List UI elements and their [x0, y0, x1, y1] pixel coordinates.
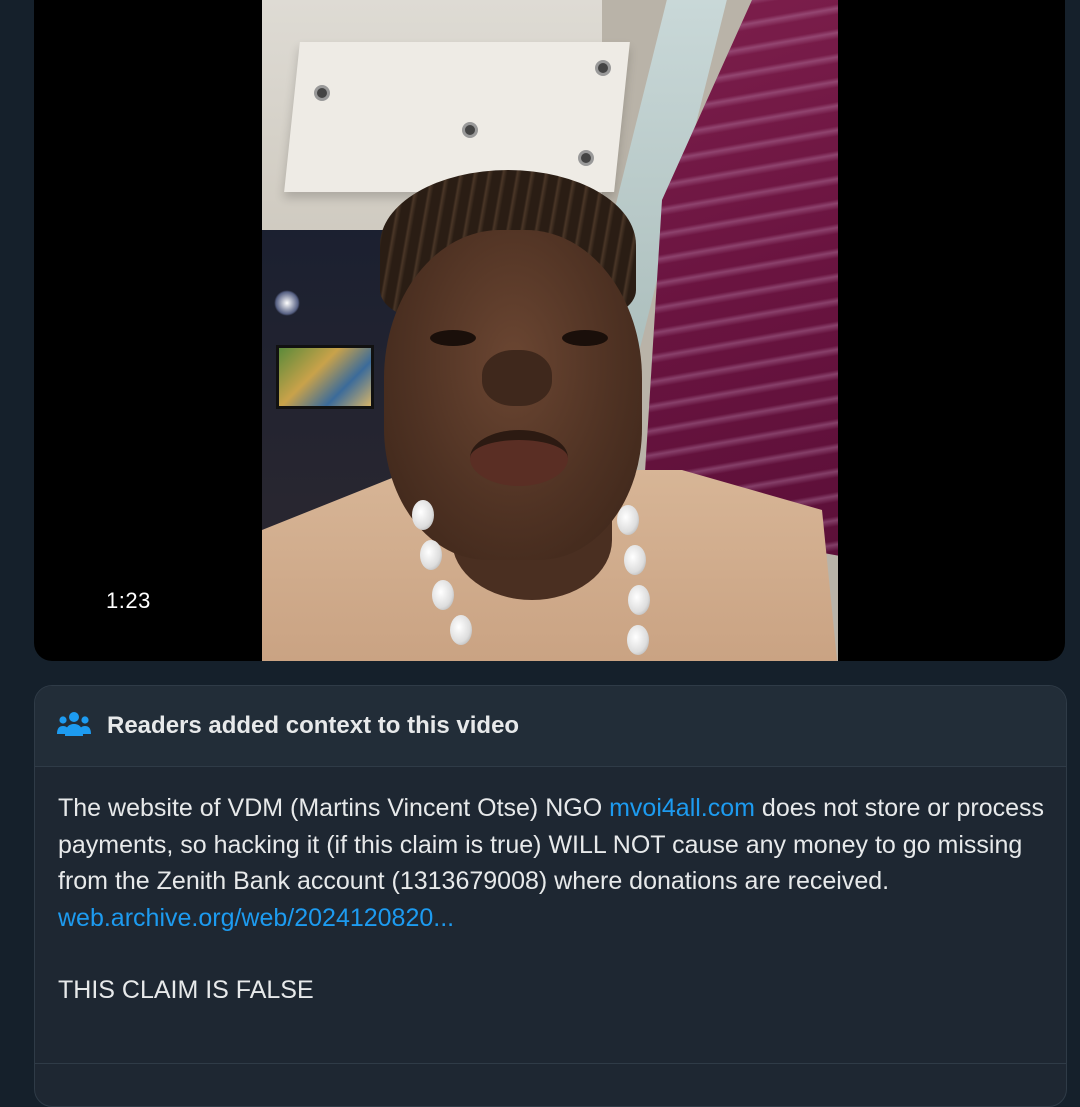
shell-necklace-bead	[412, 500, 434, 530]
community-note-header: Readers added context to this video	[35, 686, 1066, 767]
shell-necklace-bead	[627, 625, 649, 655]
shell-necklace-bead	[420, 540, 442, 570]
person-nose	[482, 350, 552, 406]
website-link[interactable]: mvoi4all.com	[609, 794, 755, 822]
video-frame[interactable]	[262, 0, 838, 661]
divider	[35, 1063, 1066, 1064]
shell-necklace-bead	[628, 585, 650, 615]
person-eye	[562, 330, 608, 346]
lamp	[274, 290, 300, 316]
shell-necklace-bead	[617, 505, 639, 535]
community-note-body: The website of VDM (Martins Vincent Otse…	[58, 790, 1048, 1009]
shell-necklace-bead	[432, 580, 454, 610]
video-duration: 1:23	[106, 588, 151, 613]
television	[276, 345, 374, 409]
ceiling-spotlight	[314, 85, 330, 101]
shell-necklace-bead	[450, 615, 472, 645]
note-text-start: The website of VDM (Martins Vincent Otse…	[58, 794, 610, 822]
community-note-title: Readers added context to this video	[107, 712, 520, 739]
video-player[interactable]: 1:23	[34, 0, 1065, 661]
person-mouth	[470, 430, 568, 486]
ceiling-spotlight	[595, 60, 611, 76]
ceiling-panel	[284, 42, 630, 192]
community-note: Readers added context to this video The …	[34, 685, 1067, 1107]
ceiling-spotlight	[578, 150, 594, 166]
ceiling-spotlight	[462, 122, 478, 138]
note-verdict: THIS CLAIM IS FALSE	[58, 976, 314, 1004]
person-eye	[430, 330, 476, 346]
source-link[interactable]: web.archive.org/web/2024120820...	[58, 900, 1048, 937]
people-icon	[57, 712, 91, 736]
shell-necklace-bead	[624, 545, 646, 575]
